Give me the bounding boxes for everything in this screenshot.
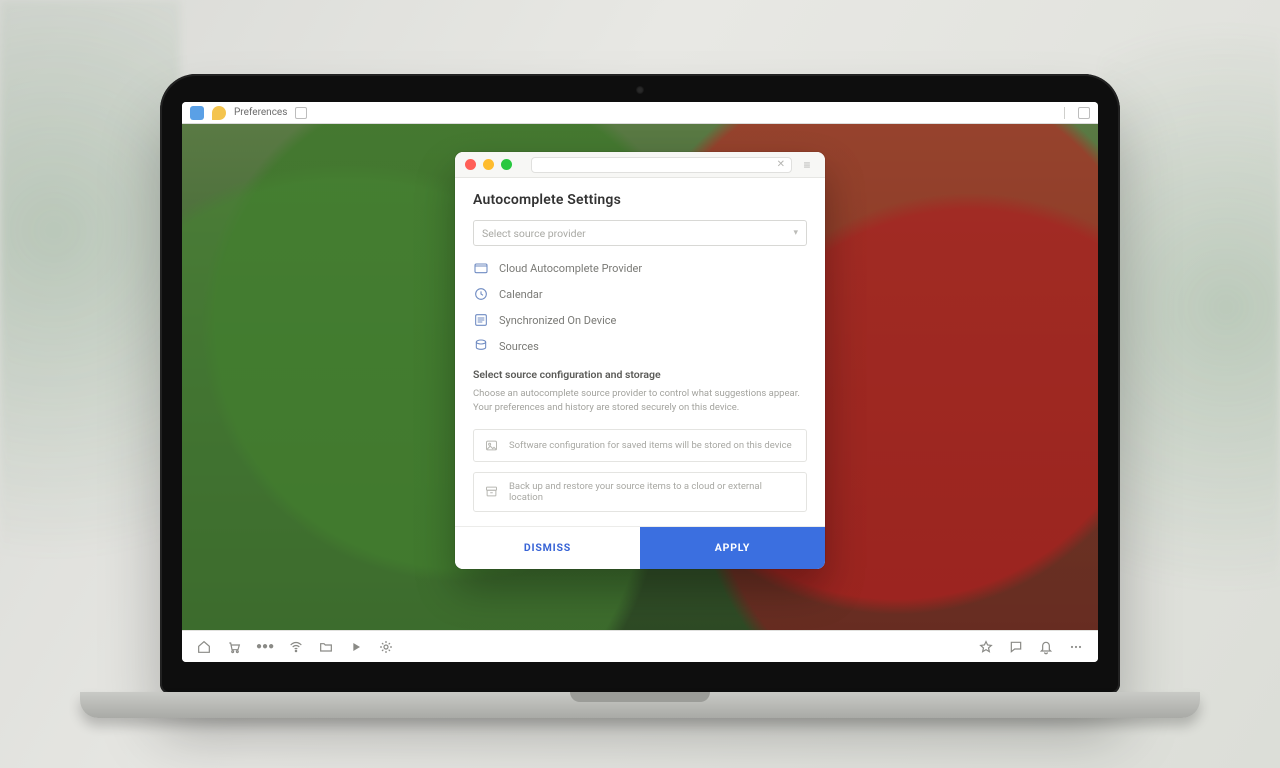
provider-select[interactable]: Select source provider ▾ [473, 220, 807, 246]
chat-icon[interactable] [1008, 639, 1024, 655]
option-label: Calendar [499, 288, 543, 301]
storage-row-local[interactable]: Software configuration for saved items w… [473, 429, 807, 462]
shield-icon [212, 106, 226, 120]
os-window-icon [295, 107, 307, 119]
camera-dot [636, 86, 644, 94]
folder-icon [473, 260, 489, 276]
section-description: Choose an autocomplete source provider t… [473, 387, 807, 415]
folder-icon[interactable] [318, 639, 334, 655]
dialog-address-bar[interactable]: ✕ [531, 157, 792, 173]
close-icon[interactable] [465, 159, 476, 170]
option-list: Cloud autocomplete provider Calendar Syn… [473, 260, 807, 354]
dismiss-button[interactable]: DISMISS [455, 527, 640, 569]
os-app-icon [190, 106, 204, 120]
taskbar: ●●● [182, 630, 1098, 662]
settings-dialog: ✕ ≡ Autocomplete Settings Select source … [455, 152, 825, 569]
database-icon [473, 338, 489, 354]
option-calendar[interactable]: Calendar [473, 286, 807, 302]
dismiss-button-label: DISMISS [524, 541, 571, 554]
storage-row-backup[interactable]: Back up and restore your source items to… [473, 472, 807, 512]
clear-icon[interactable]: ✕ [777, 159, 785, 170]
image-icon [484, 438, 499, 453]
dialog-footer: DISMISS APPLY [455, 526, 825, 569]
storage-row-label: Software configuration for saved items w… [509, 440, 792, 451]
os-tray-icon[interactable] [1078, 107, 1090, 119]
laptop-frame: Preferences ✕ ≡ Autocomplete Set [160, 74, 1120, 694]
section-heading: Select source configuration and storage [473, 368, 807, 381]
minimize-icon[interactable] [483, 159, 494, 170]
home-icon[interactable] [196, 639, 212, 655]
settings-icon[interactable] [378, 639, 394, 655]
apply-button[interactable]: APPLY [640, 527, 825, 569]
star-icon[interactable] [978, 639, 994, 655]
desktop-wallpaper: ✕ ≡ Autocomplete Settings Select source … [182, 124, 1098, 630]
play-icon[interactable] [348, 639, 364, 655]
screen: Preferences ✕ ≡ Autocomplete Set [182, 102, 1098, 662]
dialog-titlebar: ✕ ≡ [455, 152, 825, 178]
option-cloud-provider[interactable]: Cloud autocomplete provider [473, 260, 807, 276]
wifi-icon[interactable] [288, 639, 304, 655]
option-label: Synchronized on device [499, 314, 616, 327]
clock-icon [473, 286, 489, 302]
provider-select-placeholder: Select source provider [482, 227, 586, 240]
archive-icon [484, 484, 499, 499]
apply-button-label: APPLY [715, 541, 750, 554]
storage-row-label: Back up and restore your source items to… [509, 481, 796, 503]
list-icon [473, 312, 489, 328]
dialog-menu-icon[interactable]: ≡ [799, 158, 815, 172]
more-icon[interactable] [1068, 639, 1084, 655]
option-label: Sources [499, 340, 539, 353]
laptop-base [80, 692, 1200, 718]
option-label: Cloud autocomplete provider [499, 262, 642, 275]
os-divider [1064, 107, 1070, 119]
cart-icon[interactable] [226, 639, 242, 655]
os-app-label: Preferences [234, 107, 287, 118]
option-synced[interactable]: Synchronized on device [473, 312, 807, 328]
option-sources[interactable]: Sources [473, 338, 807, 354]
taskbar-label-network[interactable]: ●●● [256, 641, 274, 652]
os-menubar: Preferences [182, 102, 1098, 124]
bell-icon[interactable] [1038, 639, 1054, 655]
dialog-title: Autocomplete Settings [473, 192, 807, 208]
chevron-down-icon: ▾ [793, 228, 798, 238]
zoom-icon[interactable] [501, 159, 512, 170]
